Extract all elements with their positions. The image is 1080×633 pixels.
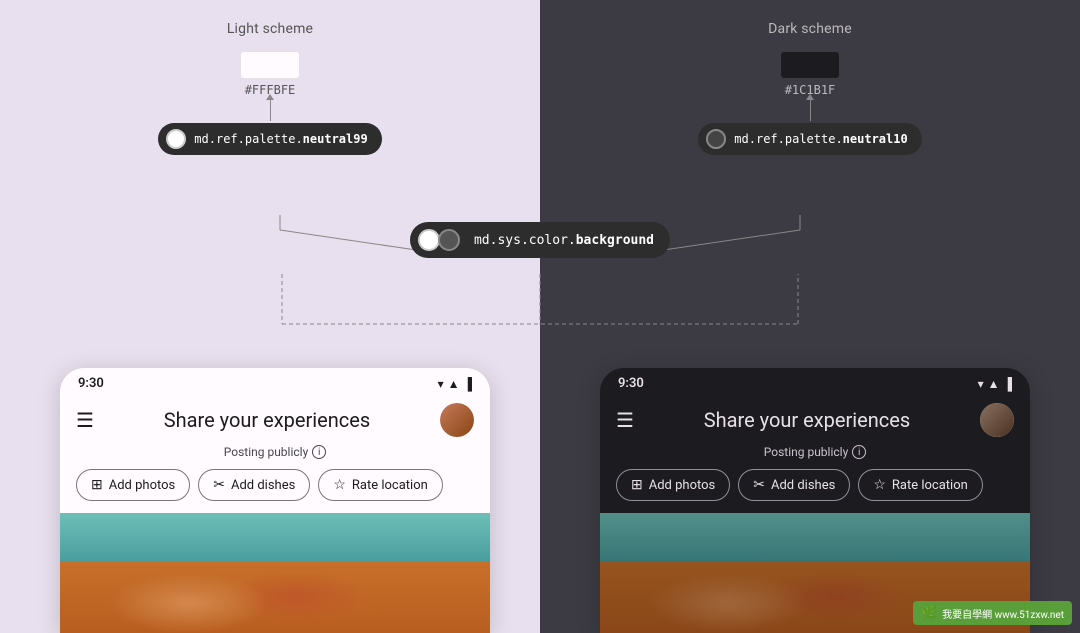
light-scheme-panel: Light scheme #FFFBFE md.ref.palette.neut… [0, 0, 540, 633]
signal-icon: ▲ [448, 377, 460, 391]
dark-swatch-group: #1C1B1F [540, 51, 1080, 97]
watermark-icon: 🌿 [921, 605, 938, 621]
dark-add-dishes-icon: ✂ [753, 477, 765, 493]
info-icon-light: i [312, 445, 326, 459]
dark-circle [706, 129, 726, 149]
dark-toolbar: ☰ Share your experiences [600, 395, 1030, 445]
add-dishes-icon: ✂ [213, 477, 225, 493]
rate-location-label: Rate location [352, 478, 428, 493]
dark-chip-rate-location[interactable]: ☆ Rate location [858, 469, 982, 501]
dark-ref-token: md.ref.palette.neutral10 [540, 123, 1080, 155]
dark-arrow [540, 97, 1080, 123]
light-swatch-group: #FFFBFE [0, 51, 540, 97]
light-status-icons: ▾ ▲ ▐ [438, 377, 472, 391]
battery-icon: ▐ [463, 377, 472, 391]
dark-ref-text: md.ref.palette.neutral10 [734, 132, 907, 146]
dark-rate-location-icon: ☆ [873, 477, 886, 493]
page: Light scheme #FFFBFE md.ref.palette.neut… [0, 0, 1080, 633]
dark-status-bar: 9:30 ▾ ▲ ▐ [600, 368, 1030, 395]
info-icon-dark: i [852, 445, 866, 459]
light-circle [166, 129, 186, 149]
light-swatch [240, 51, 300, 79]
light-food-image [60, 513, 490, 633]
light-posting-label: Posting publicly i [60, 445, 490, 459]
light-avatar [440, 403, 474, 437]
dark-scheme-label: Dark scheme [768, 21, 852, 37]
light-ref-token: md.ref.palette.neutral99 [0, 123, 540, 155]
light-chip-add-dishes[interactable]: ✂ Add dishes [198, 469, 310, 501]
sys-token-text: md.sys.color.background [474, 233, 654, 248]
watermark-text: 我要自學網 www.51zxw.net [942, 606, 1064, 621]
dark-menu-icon[interactable]: ☰ [616, 408, 634, 432]
wifi-icon: ▾ [438, 377, 444, 391]
light-arrow [0, 97, 540, 123]
light-scheme-label: Light scheme [227, 21, 313, 37]
light-status-bar: 9:30 ▾ ▲ ▐ [60, 368, 490, 395]
dark-swatch [780, 51, 840, 79]
dark-chips: ⊞ Add photos ✂ Add dishes ☆ Rate locatio… [600, 469, 1030, 513]
dark-add-dishes-label: Add dishes [771, 478, 835, 493]
light-status-time: 9:30 [78, 376, 104, 391]
dark-add-photos-label: Add photos [649, 478, 716, 493]
dark-chip-add-photos[interactable]: ⊞ Add photos [616, 469, 730, 501]
dark-avatar-img [980, 403, 1014, 437]
dark-avatar [980, 403, 1014, 437]
add-photos-label: Add photos [109, 478, 176, 493]
sys-token-section: md.sys.color.background [410, 222, 670, 258]
light-toolbar: ☰ Share your experiences [60, 395, 490, 445]
dark-scheme-panel: Dark scheme #1C1B1F md.ref.palette.neutr… [540, 0, 1080, 633]
dark-battery-icon: ▐ [1003, 377, 1012, 391]
dark-rate-location-label: Rate location [892, 478, 968, 493]
sys-circle-white [418, 229, 440, 251]
sys-circle-gray [438, 229, 460, 251]
add-photos-icon: ⊞ [91, 477, 103, 493]
add-dishes-label: Add dishes [231, 478, 295, 493]
dark-chip-add-dishes[interactable]: ✂ Add dishes [738, 469, 850, 501]
light-chip-add-photos[interactable]: ⊞ Add photos [76, 469, 190, 501]
light-phone-mockup: 9:30 ▾ ▲ ▐ ☰ Share your experiences Post… [60, 368, 490, 633]
light-avatar-img [440, 403, 474, 437]
light-chip-rate-location[interactable]: ☆ Rate location [318, 469, 442, 501]
dark-toolbar-title: Share your experiences [646, 408, 968, 432]
dark-signal-icon: ▲ [988, 377, 1000, 391]
light-taco-scene [60, 513, 490, 633]
watermark: 🌿 我要自學網 www.51zxw.net [913, 601, 1072, 625]
light-toolbar-title: Share your experiences [106, 408, 428, 432]
dark-ref-pill: md.ref.palette.neutral10 [698, 123, 921, 155]
light-ref-pill: md.ref.palette.neutral99 [158, 123, 381, 155]
dark-status-time: 9:30 [618, 376, 644, 391]
light-chips: ⊞ Add photos ✂ Add dishes ☆ Rate locatio… [60, 469, 490, 513]
light-menu-icon[interactable]: ☰ [76, 408, 94, 432]
light-ref-text: md.ref.palette.neutral99 [194, 132, 367, 146]
dark-wifi-icon: ▾ [978, 377, 984, 391]
dark-phone-mockup: 9:30 ▾ ▲ ▐ ☰ Share your experiences Post… [600, 368, 1030, 633]
dark-status-icons: ▾ ▲ ▐ [978, 377, 1012, 391]
dark-add-photos-icon: ⊞ [631, 477, 643, 493]
dark-posting-label: Posting publicly i [600, 445, 1030, 459]
rate-location-icon: ☆ [333, 477, 346, 493]
sys-pill: md.sys.color.background [410, 222, 670, 258]
